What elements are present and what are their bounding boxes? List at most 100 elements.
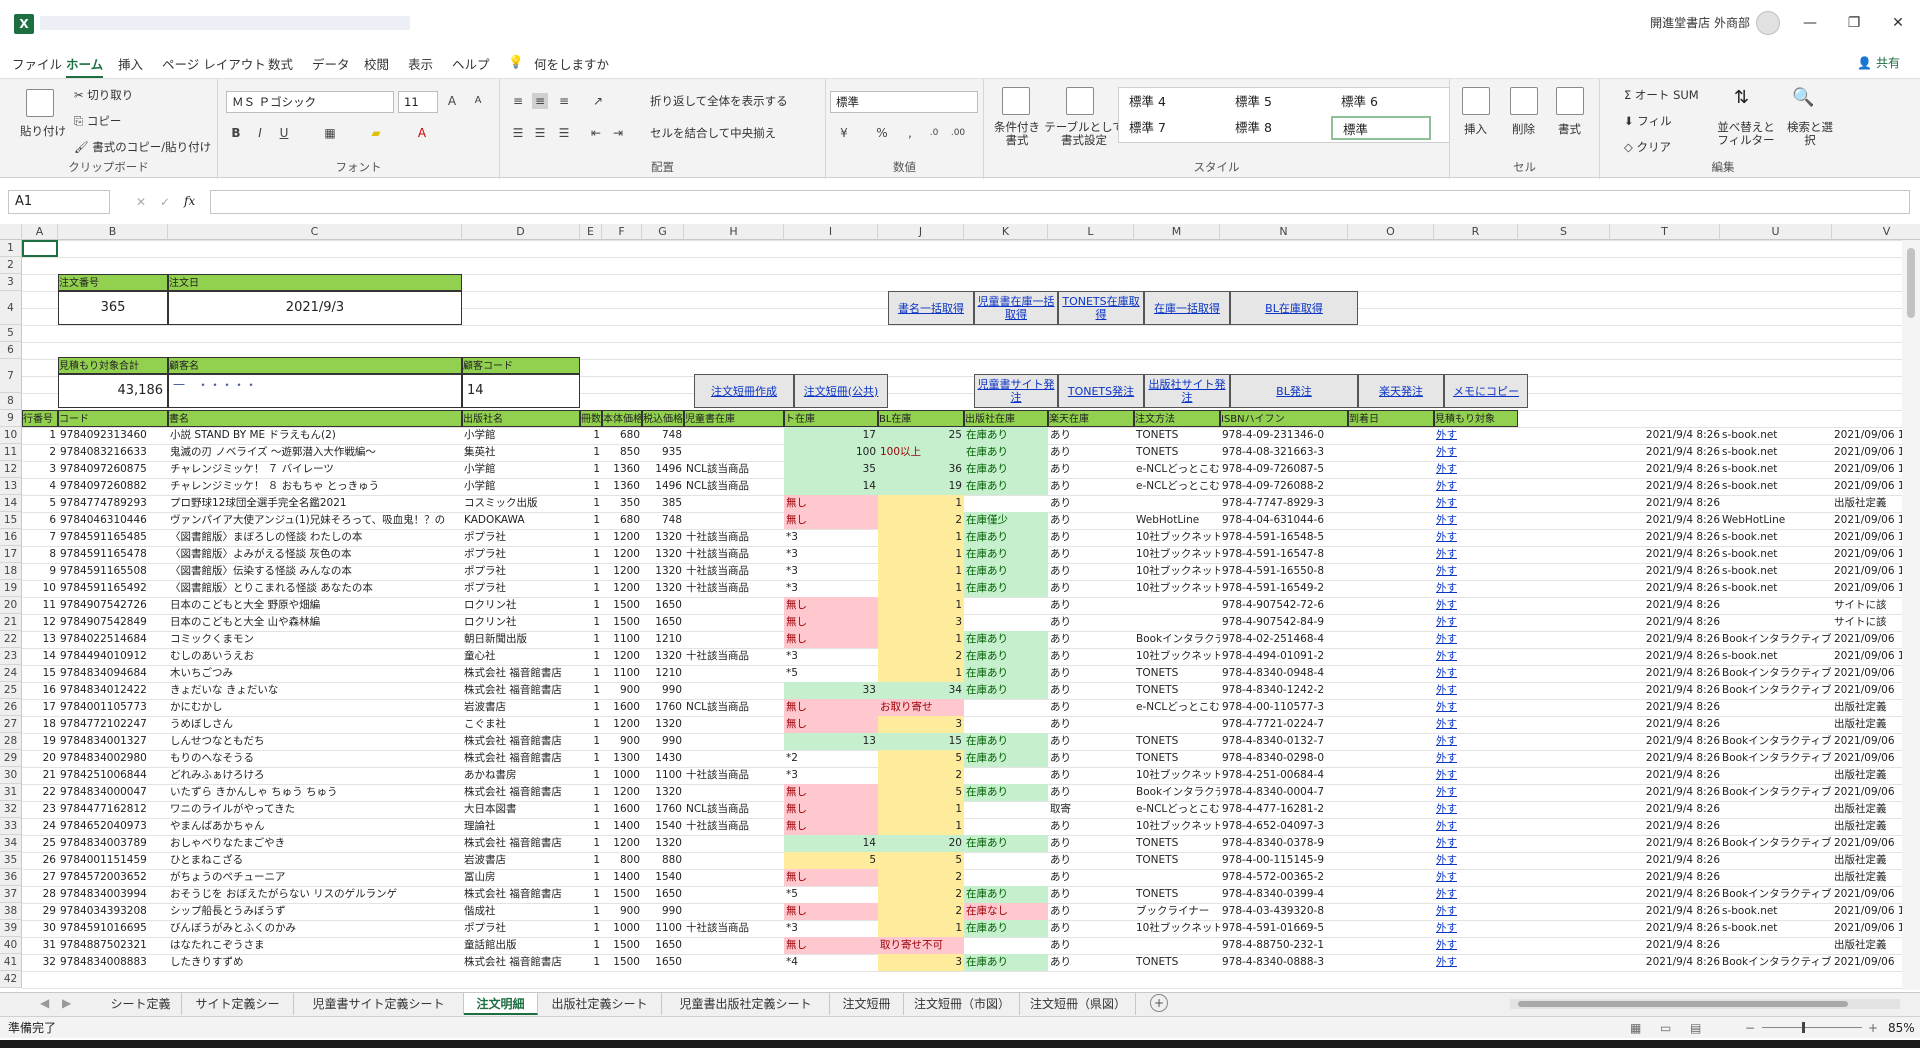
zoom-out-icon[interactable]: −	[1745, 1017, 1755, 1039]
row-header-14[interactable]: 14	[0, 495, 22, 512]
vertical-scroll-thumb[interactable]	[1907, 248, 1915, 318]
sheet-tab-4[interactable]: 出版社定義シート	[538, 993, 662, 1015]
column-header-j[interactable]: J	[878, 224, 964, 240]
row-header-29[interactable]: 29	[0, 750, 22, 767]
column-header-r[interactable]: R	[1434, 224, 1518, 240]
function-icon[interactable]: fx	[184, 194, 195, 208]
name-box[interactable]: A1	[8, 190, 110, 214]
normal-view-icon[interactable]: ▦	[1630, 1017, 1641, 1039]
decrease-indent-icon[interactable]: ⇤	[588, 125, 604, 141]
column-header-g[interactable]: G	[642, 224, 684, 240]
fetch-titles-button[interactable]: 書名一括取得	[888, 291, 974, 325]
row-header-33[interactable]: 33	[0, 818, 22, 835]
exclude-link[interactable]: 外す	[1434, 835, 1518, 852]
align-center-icon[interactable]: ☰	[532, 125, 548, 141]
tab-insert[interactable]: 挿入	[118, 54, 143, 73]
row-header-24[interactable]: 24	[0, 665, 22, 682]
row-header-2[interactable]: 2	[0, 257, 22, 274]
create-order-slip-button[interactable]: 注文短冊作成	[694, 374, 794, 408]
underline-button[interactable]: U	[276, 125, 292, 141]
increase-indent-icon[interactable]: ⇥	[610, 125, 626, 141]
share-button[interactable]: 👤 共有	[1857, 54, 1900, 71]
bl-order-button[interactable]: BL発注	[1230, 374, 1358, 408]
row-header-9[interactable]: 9	[0, 410, 22, 427]
row-header-8[interactable]: 8	[0, 393, 22, 410]
tab-page-layout[interactable]: ページ レイアウト	[162, 54, 266, 73]
decrease-font-icon[interactable]: A	[470, 93, 486, 109]
sort-filter-button[interactable]: 並べ替えとフィルター	[1714, 121, 1778, 147]
bold-button[interactable]: B	[228, 125, 244, 141]
tonets-order-button[interactable]: TONETS発注	[1058, 374, 1144, 408]
page-layout-view-icon[interactable]: ▭	[1660, 1017, 1671, 1039]
exclude-link[interactable]: 外す	[1434, 784, 1518, 801]
cancel-icon[interactable]: ✕	[136, 195, 146, 209]
font-color-icon[interactable]: A	[414, 125, 430, 141]
row-header-19[interactable]: 19	[0, 580, 22, 597]
order-number-value[interactable]: 365	[58, 291, 168, 325]
exclude-link[interactable]: 外す	[1434, 427, 1518, 444]
row-header-28[interactable]: 28	[0, 733, 22, 750]
align-middle-icon[interactable]: ≡	[532, 93, 548, 109]
tab-view[interactable]: 表示	[408, 54, 433, 73]
spreadsheet-grid[interactable]: 注文番号 注文日 365 2021/9/3 見積もり対象合計 顧客名 顧客コード…	[22, 240, 1902, 990]
column-header-e[interactable]: E	[580, 224, 602, 240]
row-header-34[interactable]: 34	[0, 835, 22, 852]
exclude-link[interactable]: 外す	[1434, 750, 1518, 767]
column-header-t[interactable]: T	[1610, 224, 1720, 240]
insert-button[interactable]: 挿入	[1464, 121, 1487, 137]
align-right-icon[interactable]: ☰	[556, 125, 572, 141]
zoom-in-icon[interactable]: +	[1868, 1017, 1878, 1039]
fetch-tonets-stock-button[interactable]: TONETS在庫取得	[1058, 291, 1144, 325]
column-header-u[interactable]: U	[1720, 224, 1832, 240]
column-header-b[interactable]: B	[58, 224, 168, 240]
style-normal-4[interactable]: 標準 4	[1119, 90, 1225, 114]
enter-icon[interactable]: ✓	[160, 195, 170, 209]
user-avatar[interactable]	[1756, 11, 1780, 35]
format-button[interactable]: 書式	[1558, 121, 1581, 137]
exclude-link[interactable]: 外す	[1434, 546, 1518, 563]
comma-button[interactable]: ,	[902, 125, 918, 141]
exclude-link[interactable]: 外す	[1434, 886, 1518, 903]
exclude-link[interactable]: 外す	[1434, 512, 1518, 529]
row-header-10[interactable]: 10	[0, 427, 22, 444]
exclude-link[interactable]: 外す	[1434, 716, 1518, 733]
column-header-f[interactable]: F	[602, 224, 642, 240]
column-header-i[interactable]: I	[784, 224, 878, 240]
exclude-link[interactable]: 外す	[1434, 954, 1518, 971]
style-normal[interactable]: 標準	[1331, 116, 1431, 140]
sheet-tab-7[interactable]: 注文短冊（市図）	[904, 993, 1020, 1015]
style-normal-8[interactable]: 標準 8	[1225, 116, 1331, 140]
publisher-site-order-button[interactable]: 出版社サイト発注	[1144, 374, 1230, 408]
format-painter-button[interactable]: 🖌 書式のコピー/貼り付け	[74, 139, 211, 155]
exclude-link[interactable]: 外す	[1434, 580, 1518, 597]
fetch-all-stock-button[interactable]: 在庫一括取得	[1144, 291, 1230, 325]
style-normal-7[interactable]: 標準 7	[1119, 116, 1225, 140]
horizontal-scrollbar[interactable]	[1510, 999, 1900, 1009]
exclude-link[interactable]: 外す	[1434, 767, 1518, 784]
style-normal-5[interactable]: 標準 5	[1225, 90, 1331, 114]
font-size-select[interactable]: 11	[398, 91, 438, 113]
tab-file[interactable]: ファイル	[12, 54, 62, 73]
row-header-23[interactable]: 23	[0, 648, 22, 665]
column-header-m[interactable]: M	[1134, 224, 1220, 240]
restore-button[interactable]: ❐	[1834, 10, 1874, 36]
row-header-38[interactable]: 38	[0, 903, 22, 920]
fetch-child-stock-button[interactable]: 児童書在庫一括取得	[974, 291, 1058, 325]
exclude-link[interactable]: 外す	[1434, 597, 1518, 614]
border-icon[interactable]: ▦	[322, 125, 338, 141]
row-header-20[interactable]: 20	[0, 597, 22, 614]
exclude-link[interactable]: 外す	[1434, 529, 1518, 546]
row-header-17[interactable]: 17	[0, 546, 22, 563]
tab-scroll-right-icon[interactable]: ▶	[62, 996, 71, 1010]
row-header-31[interactable]: 31	[0, 784, 22, 801]
increase-decimal-icon[interactable]: .0	[926, 125, 942, 141]
row-header-16[interactable]: 16	[0, 529, 22, 546]
customer-code-value[interactable]: 14	[462, 374, 580, 408]
vertical-scrollbar[interactable]	[1902, 240, 1920, 990]
decrease-decimal-icon[interactable]: .00	[950, 125, 966, 141]
italic-button[interactable]: I	[252, 125, 268, 141]
row-header-36[interactable]: 36	[0, 869, 22, 886]
exclude-link[interactable]: 外す	[1434, 461, 1518, 478]
rakuten-order-button[interactable]: 楽天発注	[1358, 374, 1444, 408]
column-header-c[interactable]: C	[168, 224, 462, 240]
